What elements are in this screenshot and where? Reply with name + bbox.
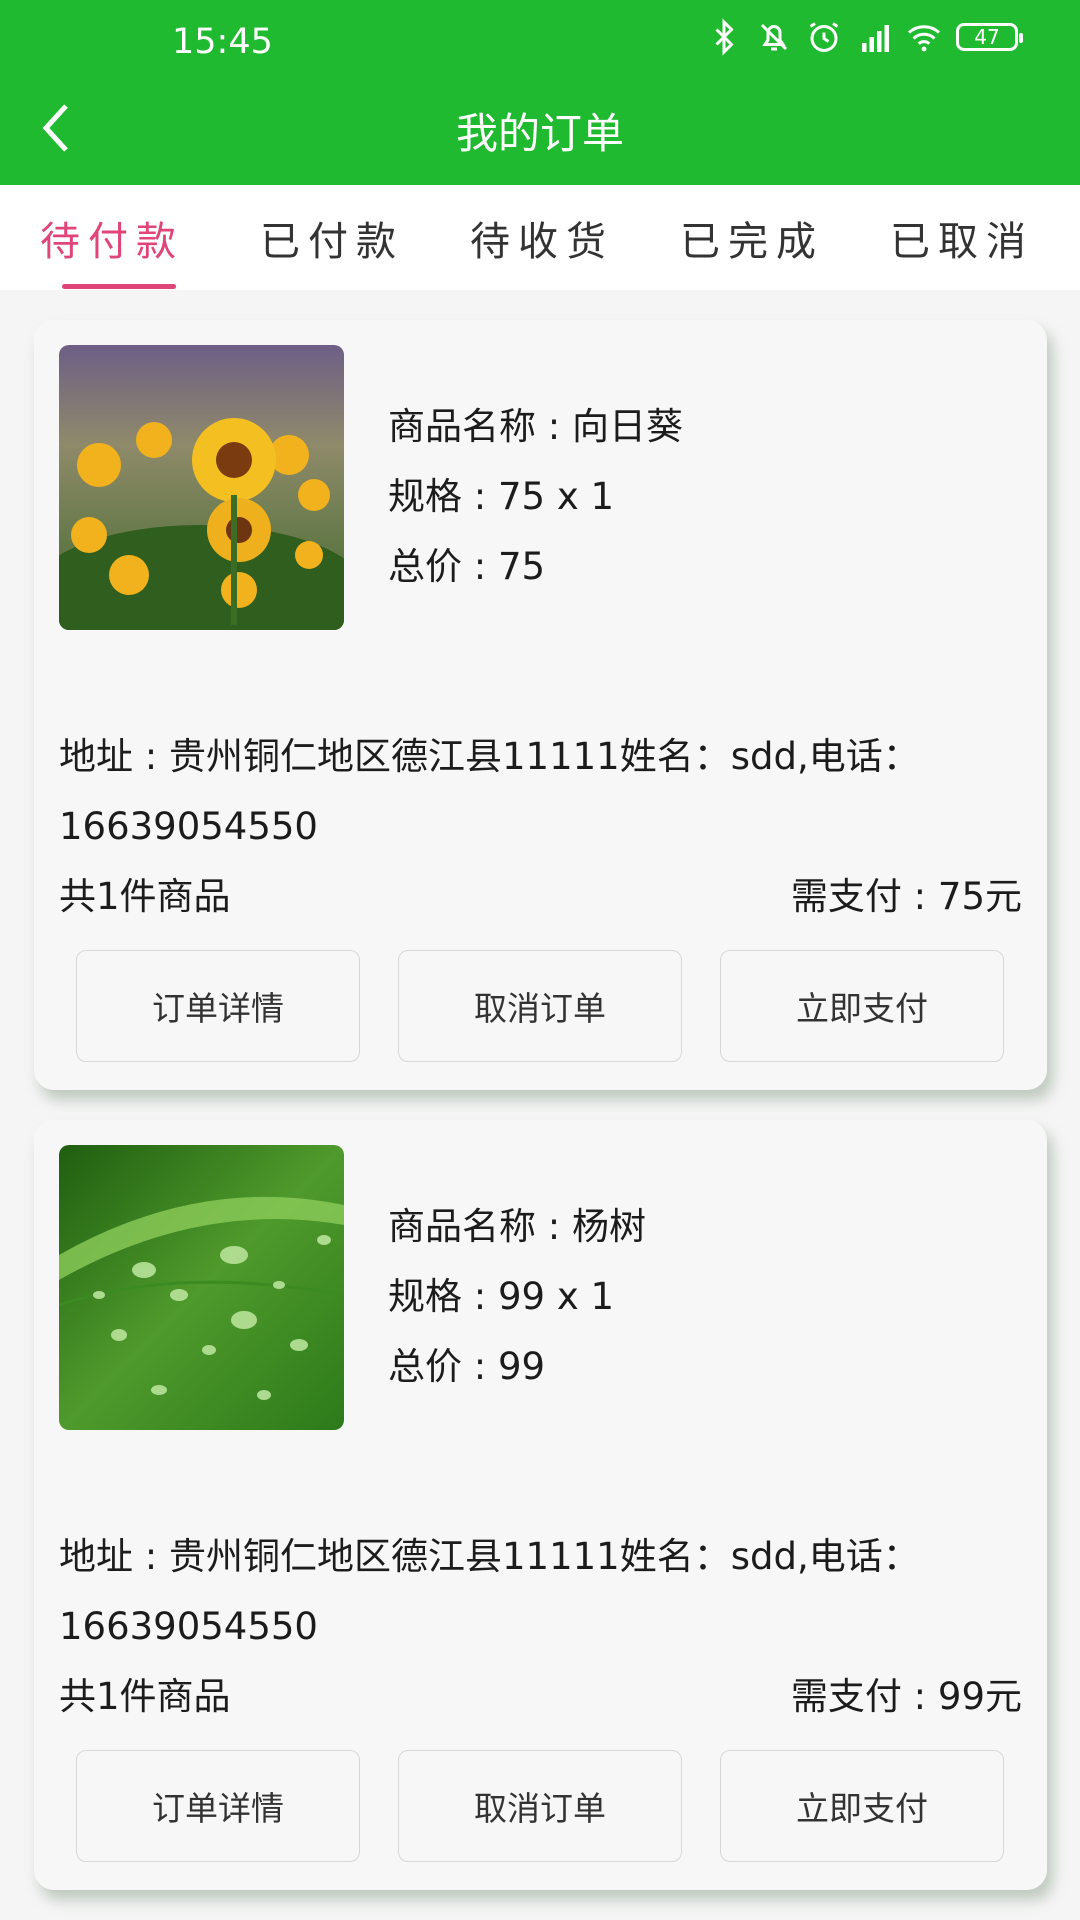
tab-cancelled[interactable]: 已取消 (854, 185, 1070, 290)
product-info: 商品名称 : 向日葵 规格 : 75 x 1 总价 : 75 (388, 392, 683, 602)
order-detail-button[interactable]: 订单详情 (76, 1750, 360, 1862)
product-total: 总价 : 75 (388, 545, 546, 588)
tab-indicator (62, 284, 176, 289)
app-header: 15:45 47 我的订单 (0, 0, 1080, 185)
status-icons: 47 (706, 18, 1023, 56)
item-count: 共1件商品 (59, 875, 231, 918)
order-detail-button[interactable]: 订单详情 (76, 950, 360, 1062)
sunflower-photo (59, 345, 344, 630)
cancel-order-button[interactable]: 取消订单 (398, 1750, 682, 1862)
pay-now-button[interactable]: 立即支付 (720, 1750, 1004, 1862)
order-card: 商品名称 : 杨树 规格 : 99 x 1 总价 : 99 地址 : 贵州铜仁地… (34, 1120, 1047, 1890)
leaf-waterdrop-photo (59, 1145, 344, 1430)
tab-pending-payment[interactable]: 待付款 (4, 185, 220, 290)
product-image[interactable] (59, 1145, 344, 1430)
order-card: 商品名称 : 向日葵 规格 : 75 x 1 总价 : 75 地址 : 贵州铜仁… (34, 320, 1047, 1090)
alarm-icon (809, 22, 839, 52)
product-name: 商品名称 : 杨树 (388, 1205, 646, 1248)
shipping-address: 地址 : 贵州铜仁地区德江县11111姓名：sdd,电话：16639054550 (59, 735, 920, 848)
order-tabs: 待付款 已付款 待收货 已完成 已取消 (0, 185, 1080, 290)
product-info: 商品名称 : 杨树 规格 : 99 x 1 总价 : 99 (388, 1192, 646, 1402)
hd-signal-icon (862, 25, 889, 52)
amount-due: 需支付 : 75元 (790, 875, 1022, 918)
battery-icon: 47 (956, 23, 1023, 51)
product-image[interactable] (59, 345, 344, 630)
bell-off-icon (760, 23, 788, 51)
product-spec: 规格 : 75 x 1 (388, 475, 615, 518)
tab-paid[interactable]: 已付款 (224, 185, 440, 290)
tab-pending-receipt[interactable]: 待收货 (434, 185, 650, 290)
bluetooth-icon (715, 18, 734, 56)
tab-completed[interactable]: 已完成 (644, 185, 860, 290)
cancel-order-button[interactable]: 取消订单 (398, 950, 682, 1062)
page-title: 我的订单 (455, 109, 624, 158)
item-count: 共1件商品 (59, 1675, 231, 1718)
status-time: 15:45 (172, 22, 273, 62)
product-name: 商品名称 : 向日葵 (388, 405, 683, 448)
pay-now-button[interactable]: 立即支付 (720, 950, 1004, 1062)
product-total: 总价 : 99 (388, 1345, 546, 1388)
shipping-address: 地址 : 贵州铜仁地区德江县11111姓名：sdd,电话：16639054550 (59, 1535, 920, 1648)
battery-level: 47 (974, 25, 1000, 49)
product-spec: 规格 : 99 x 1 (388, 1275, 615, 1318)
amount-due: 需支付 : 99元 (790, 1675, 1022, 1718)
wifi-icon (908, 25, 940, 52)
